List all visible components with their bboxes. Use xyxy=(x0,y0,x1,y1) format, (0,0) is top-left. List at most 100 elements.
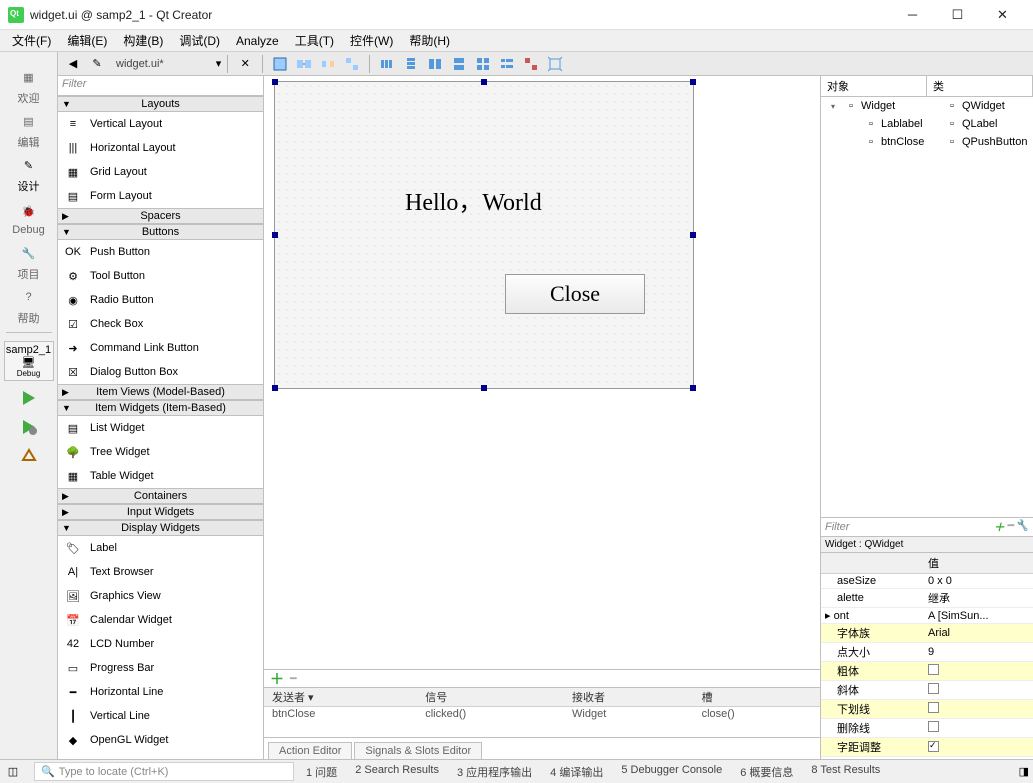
add-prop-icon[interactable]: ＋ xyxy=(994,519,1005,535)
obj-Widget[interactable]: ▾▫Widget▫QWidget xyxy=(821,97,1033,115)
tab-Action-Editor[interactable]: Action Editor xyxy=(268,742,352,759)
widget-btn-check[interactable]: ☑Check Box xyxy=(58,312,263,336)
widget-table[interactable]: ▦Table Widget xyxy=(58,464,263,488)
edit-icon[interactable]: ✎ xyxy=(86,53,108,75)
widget-layout-h[interactable]: |||Horizontal Layout xyxy=(58,136,263,160)
back-icon[interactable]: ◀ xyxy=(62,53,84,75)
toggle-sidebar-icon[interactable]: ◨ xyxy=(1019,765,1029,778)
mode-help[interactable]: ?帮助 xyxy=(0,284,58,328)
status-2 Search Results[interactable]: 2 Search Results xyxy=(355,764,439,780)
menu-Analyze[interactable]: Analyze xyxy=(228,32,287,50)
status-5 Debugger Console[interactable]: 5 Debugger Console xyxy=(621,764,722,780)
run-debug-button[interactable] xyxy=(20,418,38,439)
window-title: widget.ui @ samp2_1 - Qt Creator xyxy=(30,8,890,22)
widget-label[interactable]: 🏷Label xyxy=(58,536,263,560)
hello-label[interactable]: Hello，World xyxy=(405,182,542,217)
status-1 问题[interactable]: 1 问题 xyxy=(306,764,337,780)
widget-lcd[interactable]: 42LCD Number xyxy=(58,632,263,656)
widget-btn-radio[interactable]: ◉Radio Button xyxy=(58,288,263,312)
layout-vsplit-icon[interactable] xyxy=(448,53,470,75)
widget-opengl[interactable]: ◆OpenGL Widget xyxy=(58,728,263,752)
status-6 概要信息[interactable]: 6 概要信息 xyxy=(740,764,793,780)
locator-input[interactable]: 🔍 Type to locate (Ctrl+K) xyxy=(34,762,294,781)
widget-textbr[interactable]: A|Text Browser xyxy=(58,560,263,584)
widget-btn-dlg[interactable]: ☒Dialog Button Box xyxy=(58,360,263,384)
menu-调试(D)[interactable]: 调试(D) xyxy=(171,30,228,51)
close-button[interactable]: ✕ xyxy=(980,1,1025,29)
widget-vline[interactable]: ┃Vertical Line xyxy=(58,704,263,728)
run-button[interactable] xyxy=(20,389,38,410)
widget-btn-push[interactable]: OKPush Button xyxy=(58,240,263,264)
widget-list[interactable]: ▤List Widget xyxy=(58,416,263,440)
kit-selector[interactable]: samp2_1 🖥 Debug xyxy=(4,341,54,381)
status-3 应用程序输出[interactable]: 3 应用程序输出 xyxy=(457,764,532,780)
signals-table[interactable]: 发送者 ▾信号接收者槽 btnCloseclicked()Widgetclose… xyxy=(264,687,820,737)
obj-btnClose[interactable]: ▫btnClose▫QPushButton xyxy=(821,133,1033,151)
debug-icon: 🐞 xyxy=(18,200,40,222)
mode-debug[interactable]: 🐞Debug xyxy=(0,196,58,240)
mode-project[interactable]: 🔧项目 xyxy=(0,240,58,284)
edit-buddies-icon[interactable] xyxy=(317,53,339,75)
group-Item Views (Model-Based)[interactable]: ▶Item Views (Model-Based) xyxy=(58,384,263,400)
mode-welcome[interactable]: ▦欢迎 xyxy=(0,64,58,108)
widget-hline[interactable]: ━Horizontal Line xyxy=(58,680,263,704)
group-Containers[interactable]: ▶Containers xyxy=(58,488,263,504)
file-combo[interactable]: widget.ui* xyxy=(110,58,214,70)
group-Buttons[interactable]: ▼Buttons xyxy=(58,224,263,240)
widget-btn-cmd[interactable]: ➜Command Link Button xyxy=(58,336,263,360)
widget-tree[interactable]: 🌳Tree Widget xyxy=(58,440,263,464)
remove-signal-icon[interactable]: ━ xyxy=(290,672,297,685)
property-filter[interactable]: Filter ＋ ━ 🔧 xyxy=(821,517,1033,537)
status-8 Test Results[interactable]: 8 Test Results xyxy=(811,764,880,780)
close-pushbutton[interactable]: Close xyxy=(505,274,645,314)
tab-Signals-&-Slots-Editor[interactable]: Signals & Slots Editor xyxy=(354,742,482,759)
close-file-icon[interactable]: ✕ xyxy=(234,53,256,75)
group-Spacers[interactable]: ▶Spacers xyxy=(58,208,263,224)
adjust-size-icon[interactable] xyxy=(544,53,566,75)
group-Display Widgets[interactable]: ▼Display Widgets xyxy=(58,520,263,536)
status-4 编译输出[interactable]: 4 编译输出 xyxy=(550,764,603,780)
menu-帮助(H)[interactable]: 帮助(H) xyxy=(401,30,458,51)
object-inspector[interactable]: ▾▫Widget▫QWidget▫Lablabel▫QLabel▫btnClos… xyxy=(821,97,1033,517)
widget-layout-grid[interactable]: ▦Grid Layout xyxy=(58,160,263,184)
group-Layouts[interactable]: ▼Layouts xyxy=(58,96,263,112)
menu-构建(B)[interactable]: 构建(B) xyxy=(115,30,171,51)
layout-form-icon[interactable] xyxy=(496,53,518,75)
group-Item Widgets (Item-Based)[interactable]: ▼Item Widgets (Item-Based) xyxy=(58,400,263,416)
edit-signals-icon[interactable] xyxy=(293,53,315,75)
break-layout-icon[interactable] xyxy=(520,53,542,75)
close-sidebar-icon[interactable]: ◫ xyxy=(4,765,22,778)
mode-edit[interactable]: ▤编辑 xyxy=(0,108,58,152)
btn-push-icon: OK xyxy=(62,241,84,263)
menu-文件(F)[interactable]: 文件(F) xyxy=(4,30,59,51)
group-Input Widgets[interactable]: ▶Input Widgets xyxy=(58,504,263,520)
widget-layout-v[interactable]: ≡Vertical Layout xyxy=(58,112,263,136)
edit-widgets-icon[interactable] xyxy=(269,53,291,75)
build-button[interactable] xyxy=(20,447,38,468)
widget-filter-input[interactable]: Filter xyxy=(58,76,263,96)
property-editor[interactable]: 值 aseSize0 x 0alette继承▸ ontA [SimSun...字… xyxy=(821,553,1033,759)
widget-cal[interactable]: 📅Calendar Widget xyxy=(58,608,263,632)
menu-工具(T)[interactable]: 工具(T) xyxy=(287,30,342,51)
form-widget[interactable]: Hello，World Close xyxy=(274,81,694,389)
prop-menu-icon[interactable]: 🔧 xyxy=(1015,519,1029,535)
menu-编辑(E)[interactable]: 编辑(E) xyxy=(59,30,115,51)
widget-layout-form[interactable]: ▤Form Layout xyxy=(58,184,263,208)
widget-pbar[interactable]: ▭Progress Bar xyxy=(58,656,263,680)
list-icon: ▤ xyxy=(62,417,84,439)
layout-grid-icon[interactable] xyxy=(472,53,494,75)
edit-taborder-icon[interactable] xyxy=(341,53,363,75)
layout-hsplit-icon[interactable] xyxy=(424,53,446,75)
widget-btn-tool[interactable]: ⚙Tool Button xyxy=(58,264,263,288)
remove-prop-icon[interactable]: ━ xyxy=(1007,519,1014,535)
layout-h-icon[interactable] xyxy=(376,53,398,75)
minimize-button[interactable]: ─ xyxy=(890,1,935,29)
mode-design[interactable]: ✎设计 xyxy=(0,152,58,196)
maximize-button[interactable]: ☐ xyxy=(935,1,980,29)
widget-gview[interactable]: 🖼Graphics View xyxy=(58,584,263,608)
obj-Lablabel[interactable]: ▫Lablabel▫QLabel xyxy=(821,115,1033,133)
layout-v-icon[interactable] xyxy=(400,53,422,75)
add-signal-icon[interactable]: ＋ xyxy=(270,669,284,689)
menu-控件(W)[interactable]: 控件(W) xyxy=(342,30,401,51)
form-canvas[interactable]: Hello，World Close xyxy=(264,76,820,669)
